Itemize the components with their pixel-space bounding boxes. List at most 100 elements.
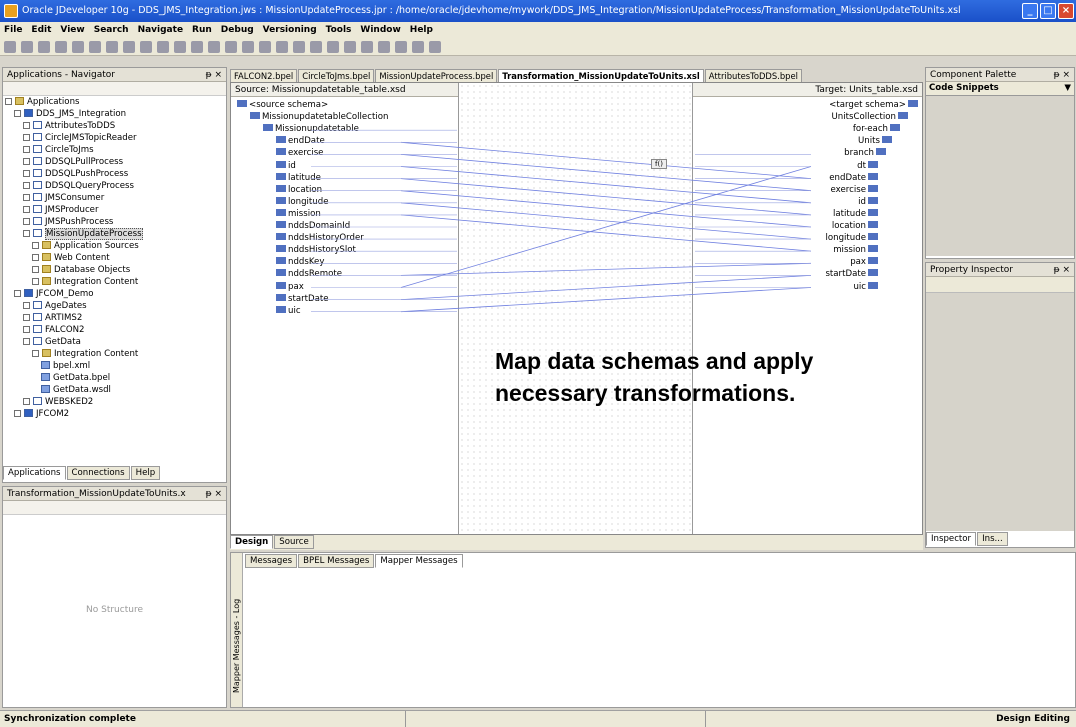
toolbar-button-icon[interactable]	[225, 40, 237, 53]
palette-dropdown[interactable]: Code Snippets ▼	[926, 82, 1074, 96]
expand-icon[interactable]	[32, 242, 39, 249]
menu-window[interactable]: Window	[360, 25, 400, 35]
expand-icon[interactable]	[23, 146, 30, 153]
toolbar-button-icon[interactable]	[327, 40, 339, 53]
menu-debug[interactable]: Debug	[221, 25, 254, 35]
function-node[interactable]: f()	[651, 159, 667, 169]
mapping-line[interactable]	[400, 178, 812, 216]
toolbar-button-icon[interactable]	[293, 40, 305, 53]
toolbar-button-icon[interactable]	[157, 40, 169, 53]
toolbar-button-icon[interactable]	[378, 40, 390, 53]
toolbar-button-icon[interactable]	[344, 40, 356, 53]
toolbar-button-icon[interactable]	[123, 40, 135, 53]
expand-icon[interactable]	[23, 218, 30, 225]
expand-icon[interactable]	[23, 134, 30, 141]
expand-icon[interactable]	[32, 350, 39, 357]
expand-icon[interactable]	[32, 254, 39, 261]
log-tab[interactable]: BPEL Messages	[298, 554, 375, 568]
maximize-icon[interactable]: □	[1040, 3, 1056, 19]
toolbar-button-icon[interactable]	[259, 40, 271, 53]
expand-icon[interactable]	[32, 278, 39, 285]
tree-item[interactable]: DDSQLPullProcess	[5, 156, 226, 168]
expand-icon[interactable]	[23, 170, 30, 177]
mapping-line[interactable]	[400, 154, 812, 192]
tree-item[interactable]: MissionUpdateProcess	[5, 228, 226, 240]
toolbar-button-icon[interactable]	[310, 40, 322, 53]
menu-search[interactable]: Search	[94, 25, 129, 35]
expand-icon[interactable]	[14, 410, 21, 417]
menu-run[interactable]: Run	[192, 25, 212, 35]
toolbar-button-icon[interactable]	[89, 40, 101, 53]
close-structure-icon[interactable]: ᵽ ×	[206, 487, 222, 501]
toolbar-button-icon[interactable]	[21, 40, 33, 53]
tree-item[interactable]: ARTIMS2	[5, 312, 226, 324]
tab-source[interactable]: Source	[274, 535, 314, 549]
editor-tab[interactable]: AttributesToDDS.bpel	[704, 69, 802, 82]
editor-tab[interactable]: MissionUpdateProcess.bpel	[375, 69, 498, 82]
expand-icon[interactable]	[14, 290, 21, 297]
tree-item[interactable]: JMSProducer	[5, 204, 226, 216]
inspector-tab[interactable]: Ins...	[977, 532, 1008, 546]
toolbar-button-icon[interactable]	[361, 40, 373, 53]
close-icon[interactable]: ×	[1058, 3, 1074, 19]
tab-design[interactable]: Design	[230, 535, 274, 549]
navigator-tab-connections[interactable]: Connections	[66, 466, 130, 480]
mapping-line[interactable]	[400, 214, 812, 252]
tree-item[interactable]: Integration Content	[5, 276, 226, 288]
tree-item[interactable]: FALCON2	[5, 324, 226, 336]
navigator-tab-help[interactable]: Help	[130, 466, 161, 480]
tree-item[interactable]: bpel.xml	[5, 360, 226, 372]
expand-icon[interactable]	[5, 98, 12, 105]
tree-item[interactable]: Application Sources	[5, 240, 226, 252]
expand-icon[interactable]	[23, 206, 30, 213]
toolbar-button-icon[interactable]	[208, 40, 220, 53]
mapping-line[interactable]	[400, 202, 812, 240]
editor-tab[interactable]: FALCON2.bpel	[230, 69, 298, 82]
expand-icon[interactable]	[23, 398, 30, 405]
expand-icon[interactable]	[23, 122, 30, 129]
menu-navigate[interactable]: Navigate	[138, 25, 183, 35]
tree-item[interactable]: Applications	[5, 96, 226, 108]
tree-item[interactable]: DDS_JMS_Integration	[5, 108, 226, 120]
mapping-line[interactable]	[400, 287, 812, 313]
expand-icon[interactable]	[23, 182, 30, 189]
toolbar-button-icon[interactable]	[276, 40, 288, 53]
tree-item[interactable]: GetData	[5, 336, 226, 348]
tree-item[interactable]: GetData.wsdl	[5, 384, 226, 396]
mapping-line[interactable]	[400, 190, 812, 228]
tree-item[interactable]: Database Objects	[5, 264, 226, 276]
toolbar-button-icon[interactable]	[191, 40, 203, 53]
editor-tab[interactable]: Transformation_MissionUpdateToUnits.xsl	[498, 69, 704, 82]
toolbar-button-icon[interactable]	[429, 40, 441, 53]
menu-file[interactable]: File	[4, 25, 22, 35]
expand-icon[interactable]	[23, 314, 30, 321]
toolbar-button-icon[interactable]	[4, 40, 16, 53]
menu-view[interactable]: View	[60, 25, 84, 35]
editor-tab[interactable]: CircleToJms.bpel	[298, 69, 375, 82]
menu-versioning[interactable]: Versioning	[263, 25, 317, 35]
toolbar-button-icon[interactable]	[412, 40, 424, 53]
tree-item[interactable]: AgeDates	[5, 300, 226, 312]
expand-icon[interactable]	[23, 230, 30, 237]
toolbar-button-icon[interactable]	[242, 40, 254, 53]
close-palette-icon[interactable]: ᵽ ×	[1054, 68, 1070, 82]
toolbar-button-icon[interactable]	[72, 40, 84, 53]
expand-icon[interactable]	[32, 266, 39, 273]
tree-item[interactable]: DDSQLQueryProcess	[5, 180, 226, 192]
tree-item[interactable]: GetData.bpel	[5, 372, 226, 384]
tree-item[interactable]: DDSQLPushProcess	[5, 168, 226, 180]
tree-item[interactable]: JFCOM_Demo	[5, 288, 226, 300]
expand-icon[interactable]	[23, 158, 30, 165]
expand-icon[interactable]	[23, 338, 30, 345]
menu-edit[interactable]: Edit	[31, 25, 51, 35]
toolbar-button-icon[interactable]	[106, 40, 118, 53]
toolbar-button-icon[interactable]	[38, 40, 50, 53]
toolbar-button-icon[interactable]	[55, 40, 67, 53]
inspector-tab[interactable]: Inspector	[926, 532, 977, 546]
pin-icon[interactable]: ᵽ ×	[206, 68, 222, 82]
toolbar-button-icon[interactable]	[140, 40, 152, 53]
toolbar-button-icon[interactable]	[174, 40, 186, 53]
expand-icon[interactable]	[23, 326, 30, 333]
expand-icon[interactable]	[14, 110, 21, 117]
mapping-line[interactable]	[400, 141, 812, 179]
